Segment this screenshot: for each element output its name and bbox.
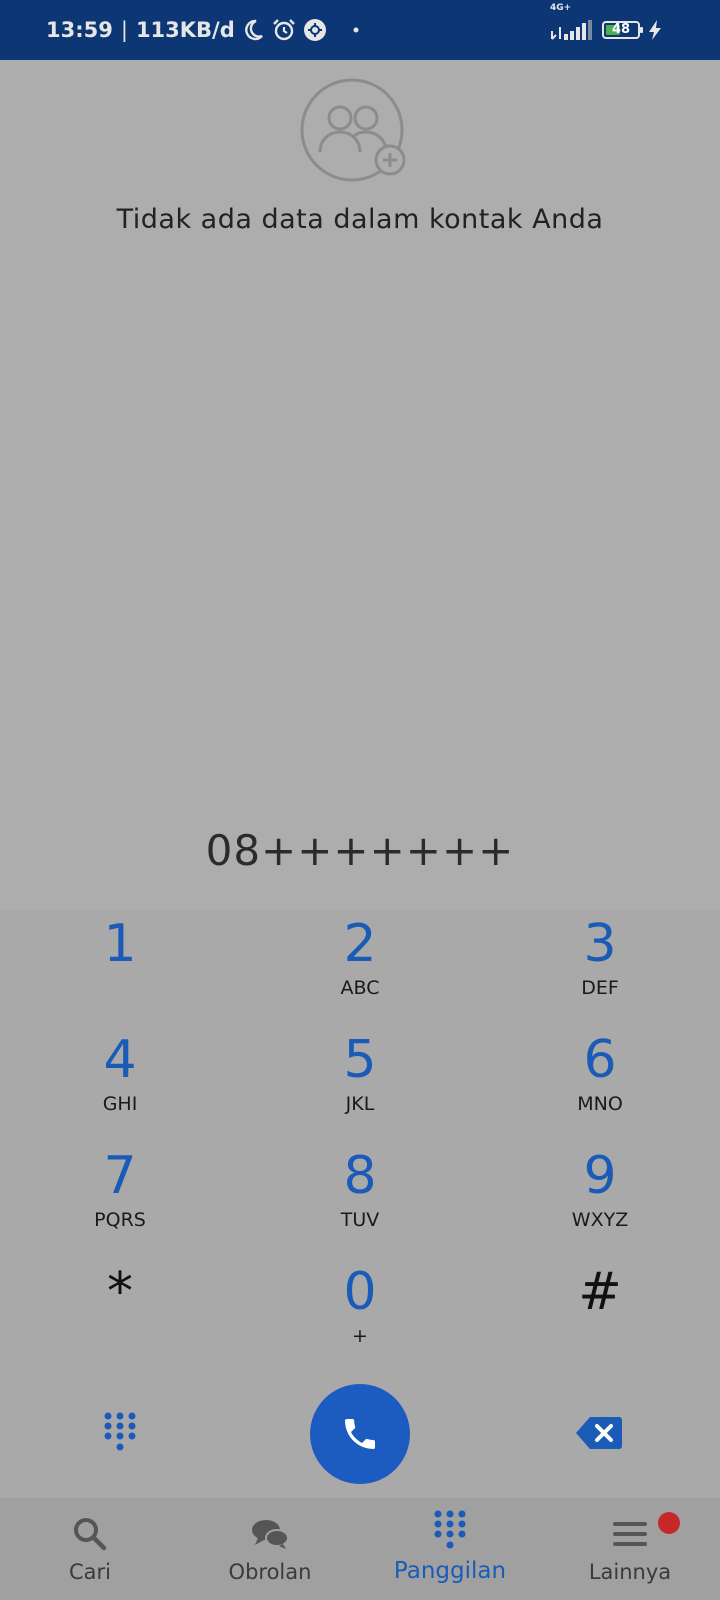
key-letters: + <box>352 1325 368 1347</box>
key-digit: 9 <box>583 1146 617 1206</box>
moon-icon <box>241 18 265 42</box>
status-bar-right: 4G+ 48 <box>550 0 662 60</box>
nav-item-cari[interactable]: Cari <box>0 1498 180 1600</box>
status-time: 13:59 <box>46 18 113 42</box>
battery-level: 48 <box>611 22 631 37</box>
key-digit: 1 <box>103 914 137 974</box>
key-digit: 3 <box>583 914 617 974</box>
menu-icon <box>613 1522 647 1546</box>
key-digit: # <box>578 1262 622 1322</box>
nav-label: Obrolan <box>228 1560 312 1584</box>
key-letters: TUV <box>340 1209 380 1231</box>
key-letters: GHI <box>102 1093 138 1115</box>
key-letters: WXYZ <box>571 1209 629 1231</box>
key-digit: 0 <box>343 1262 377 1322</box>
key-8[interactable]: 8 TUV <box>260 1142 460 1252</box>
key-letters: ABC <box>340 977 380 999</box>
dialed-number[interactable]: 08+++++++ <box>0 826 720 875</box>
key-6[interactable]: 6 MNO <box>500 1026 700 1136</box>
key-3[interactable]: 3 DEF <box>500 910 700 1020</box>
backspace-button[interactable] <box>576 1416 622 1450</box>
status-bar-left: 13:59 | 113KB/d <box>46 0 359 60</box>
key-4[interactable]: 4 GHI <box>20 1026 220 1136</box>
key-hash[interactable]: # <box>500 1258 700 1368</box>
dialpad-icon <box>434 1510 466 1549</box>
key-digit: 7 <box>103 1146 137 1206</box>
signal-icon: 4G+ <box>550 3 594 41</box>
dialer-actions <box>0 1380 720 1490</box>
key-digit: 6 <box>583 1030 617 1090</box>
empty-contacts-message: Tidak ada data dalam kontak Anda <box>116 204 604 235</box>
key-letters: JKL <box>345 1093 375 1115</box>
network-type-label: 4G+ <box>550 3 572 13</box>
key-star[interactable]: * <box>20 1258 220 1368</box>
dialpad-toggle-button[interactable] <box>100 1410 140 1454</box>
dot-icon <box>353 27 359 33</box>
key-letters: PQRS <box>94 1209 146 1231</box>
nav-label: Cari <box>69 1560 111 1584</box>
alarm-icon <box>271 17 297 43</box>
key-0[interactable]: 0 + <box>260 1258 460 1368</box>
key-1[interactable]: 1 <box>20 910 220 1020</box>
bottom-navigation: Cari Obrolan Panggilan Lainnya <box>0 1498 720 1600</box>
status-separator: | <box>120 18 128 42</box>
key-9[interactable]: 9 WXYZ <box>500 1142 700 1252</box>
nav-item-obrolan[interactable]: Obrolan <box>180 1498 360 1600</box>
status-bar: 13:59 | 113KB/d 4G+ 48 <box>0 0 720 60</box>
key-letters: DEF <box>581 977 619 999</box>
key-5[interactable]: 5 JKL <box>260 1026 460 1136</box>
notification-badge <box>658 1512 680 1534</box>
backspace-icon <box>576 1417 622 1449</box>
key-2[interactable]: 2 ABC <box>260 910 460 1020</box>
add-contacts-icon <box>300 78 412 186</box>
settings-badge-icon <box>303 18 327 42</box>
key-digit: 8 <box>343 1146 377 1206</box>
chat-icon <box>252 1520 289 1549</box>
key-7[interactable]: 7 PQRS <box>20 1142 220 1252</box>
nav-item-lainnya[interactable]: Lainnya <box>540 1498 720 1600</box>
key-letters: MNO <box>577 1093 623 1115</box>
search-icon <box>74 1518 107 1551</box>
call-button[interactable] <box>310 1384 410 1484</box>
phone-icon <box>345 1419 375 1449</box>
key-digit: 4 <box>103 1030 137 1090</box>
battery-icon: 48 <box>602 21 643 39</box>
key-digit: 2 <box>343 914 377 974</box>
key-digit: 5 <box>343 1030 377 1090</box>
dialpad-icon <box>104 1412 136 1451</box>
charging-icon <box>648 20 662 40</box>
nav-item-panggilan[interactable]: Panggilan <box>360 1498 540 1600</box>
nav-label: Lainnya <box>588 1560 672 1584</box>
nav-label: Panggilan <box>393 1558 507 1584</box>
key-digit: * <box>107 1262 133 1322</box>
status-data-speed: 113KB/d <box>135 18 235 42</box>
